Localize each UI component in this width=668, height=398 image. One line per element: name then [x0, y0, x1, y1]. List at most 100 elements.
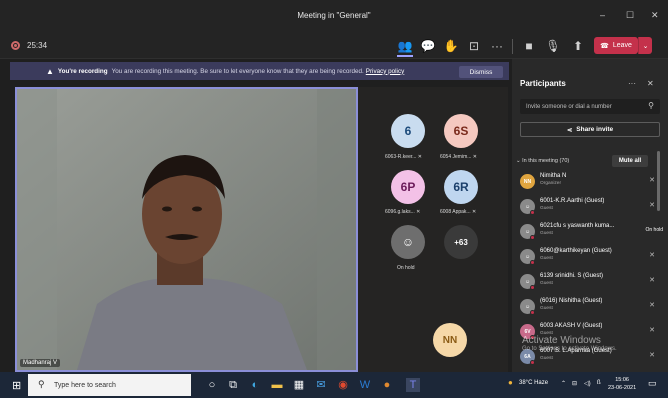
participant-tile-avatar[interactable]: 6S — [444, 114, 478, 148]
panel-title: Participants — [520, 79, 566, 88]
people-icon[interactable]: 👥 — [397, 38, 413, 54]
volume-icon[interactable]: ◁) — [584, 380, 591, 387]
participant-row[interactable]: NN Nimitha N Organizer ✕ — [520, 171, 655, 195]
chevron-up-icon[interactable]: ⌃ — [561, 380, 566, 387]
phone-icon: ☎ — [600, 42, 609, 50]
camera-off-icon[interactable]: ■ — [521, 38, 537, 54]
recording-banner: ▲ You're recording You are recording thi… — [10, 62, 509, 80]
more-actions-icon[interactable]: ··· — [489, 38, 505, 54]
participant-tiles-area: 6 6063-R.keer... ✕ 6S 6054 Jemim... ✕ 6P… — [358, 87, 508, 372]
avatar-initials: NN — [442, 334, 458, 346]
word-icon[interactable]: W — [358, 378, 372, 392]
participant-tile-label: 6096.g.laks... ✕ — [385, 209, 421, 215]
person-icon: ☺ — [524, 253, 531, 260]
leave-options-button[interactable]: ⌄ — [638, 37, 652, 54]
participant-row[interactable]: ☺ 6060@karthikeyan (Guest) Guest ✕ — [520, 246, 655, 270]
rooms-icon[interactable]: ⊡ — [466, 38, 482, 54]
edge-icon[interactable]: ◐ — [248, 378, 262, 392]
mic-off-icon[interactable]: ✕ — [649, 326, 655, 334]
mail-icon[interactable]: ✉ — [314, 378, 328, 392]
participant-row[interactable]: ☺ 6021cfu s yaswanth kuma... Guest On ho… — [520, 221, 663, 245]
status-icon — [530, 210, 535, 215]
share-screen-icon[interactable]: ⬆ — [570, 38, 586, 54]
speaker-name-tag: Madhanraj V — [20, 359, 61, 367]
close-panel-icon[interactable]: ✕ — [647, 79, 654, 88]
participant-role: Guest — [540, 281, 553, 286]
share-icon: ⋖ — [566, 126, 573, 134]
close-icon[interactable]: ✕ — [651, 10, 659, 21]
status-icon — [530, 310, 535, 315]
more-options-icon[interactable]: ··· — [628, 79, 636, 88]
participant-tile-label: 6054 Jemim... ✕ — [440, 154, 477, 160]
mic-off-icon[interactable]: ✕ — [649, 201, 655, 209]
participant-name: 6139 srinidhi. S (Guest) — [540, 273, 604, 279]
status-icon — [530, 260, 535, 265]
person-icon: ☺ — [524, 203, 531, 210]
mic-off-icon[interactable]: ✕ — [649, 351, 655, 359]
avatar: NN — [520, 174, 535, 189]
participant-row[interactable]: ☺ 6001-K.R.Aarthi (Guest) Guest ✕ — [520, 196, 655, 220]
watermark-title: Activate Windows — [522, 335, 601, 346]
taskbar-clock[interactable]: 15:06 23-06-2021 — [608, 376, 636, 392]
participant-name: Nimitha N — [540, 173, 567, 179]
mic-off-icon: ✕ — [416, 209, 421, 215]
maximize-icon[interactable]: ☐ — [626, 10, 634, 21]
windows-start-icon[interactable]: ⊞ — [12, 379, 21, 392]
search-icon[interactable]: ⚲ — [648, 101, 654, 110]
reactions-icon[interactable]: ✋ — [443, 38, 459, 54]
search-icon: ⚲ — [38, 379, 45, 389]
teams-icon[interactable]: T — [406, 378, 420, 392]
participant-role: Guest — [540, 356, 553, 361]
mic-off-icon[interactable]: 🎙 — [545, 38, 561, 54]
chat-icon[interactable]: 💬 — [420, 38, 436, 54]
mic-off-icon[interactable]: ✕ — [649, 276, 655, 284]
avatar-initials: 6 — [404, 124, 412, 138]
weather-text[interactable]: 38°C Haze — [519, 380, 548, 386]
participant-name: 6021cfu s yaswanth kuma... — [540, 223, 615, 229]
participant-tile-label: 6008 Appak... ✕ — [440, 209, 477, 215]
store-icon[interactable]: ▦ — [292, 378, 306, 392]
in-meeting-section-header[interactable]: ⌄ In this meeting (70) Mute all — [512, 155, 668, 169]
mic-off-icon[interactable]: ✕ — [649, 301, 655, 309]
file-explorer-icon[interactable]: ▬ — [270, 378, 284, 392]
banner-heading: You're recording — [57, 67, 108, 75]
participant-tile-avatar[interactable]: 6 — [391, 114, 425, 148]
dismiss-button[interactable]: Dismiss — [459, 66, 503, 78]
privacy-policy-link[interactable]: Privacy policy — [366, 68, 405, 75]
network-icon[interactable]: ⊟ — [572, 380, 577, 387]
scrollbar[interactable] — [657, 151, 660, 211]
participant-tile-avatar[interactable]: 6P — [391, 170, 425, 204]
participant-name: 6001-K.R.Aarthi (Guest) — [540, 198, 605, 204]
cortana-icon[interactable]: ○ — [205, 378, 219, 392]
self-view-avatar[interactable]: NN — [433, 323, 467, 357]
person-icon: ☺ — [401, 235, 415, 249]
leave-button[interactable]: ☎ Leave — [594, 37, 638, 54]
mic-off-icon[interactable]: ✕ — [649, 251, 655, 259]
people-active-indicator — [397, 55, 413, 57]
share-invite-button[interactable]: ⋖ Share invite — [520, 122, 660, 137]
banner-message: You are recording this meeting. Be sure … — [111, 67, 364, 75]
photos-icon[interactable]: ◉ — [336, 378, 350, 392]
participant-role: Guest — [540, 306, 553, 311]
overflow-count-avatar[interactable]: +63 — [444, 225, 478, 259]
participant-name: (6016) Nishitha (Guest) — [540, 298, 603, 304]
participant-row[interactable]: ☺ (6016) Nishitha (Guest) Guest ✕ — [520, 296, 655, 320]
taskbar-search-box[interactable]: ⚲ Type here to search — [28, 374, 191, 396]
status-icon — [530, 360, 535, 365]
language-icon[interactable]: ß — [597, 380, 601, 386]
chrome-icon[interactable]: ● — [380, 378, 394, 392]
on-hold-avatar[interactable]: ☺ — [391, 225, 425, 259]
task-view-icon[interactable]: ⧉ — [226, 378, 240, 392]
minimize-icon[interactable]: – — [600, 10, 605, 20]
notifications-icon[interactable]: ▭ — [648, 378, 657, 389]
participant-tile-avatar[interactable]: 6R — [444, 170, 478, 204]
weather-icon: ● — [508, 378, 513, 387]
divider — [512, 39, 513, 54]
invite-input[interactable]: Invite someone or dial a number ⚲ — [520, 99, 660, 114]
main-video-tile[interactable]: Madhanraj V — [15, 87, 358, 372]
participants-panel: Participants ··· ✕ Invite someone or dia… — [512, 59, 668, 372]
mute-all-button[interactable]: Mute all — [612, 155, 648, 167]
status-icon — [530, 285, 535, 290]
mic-off-icon[interactable]: ✕ — [649, 176, 655, 184]
participant-row[interactable]: ☺ 6139 srinidhi. S (Guest) Guest ✕ — [520, 271, 655, 295]
